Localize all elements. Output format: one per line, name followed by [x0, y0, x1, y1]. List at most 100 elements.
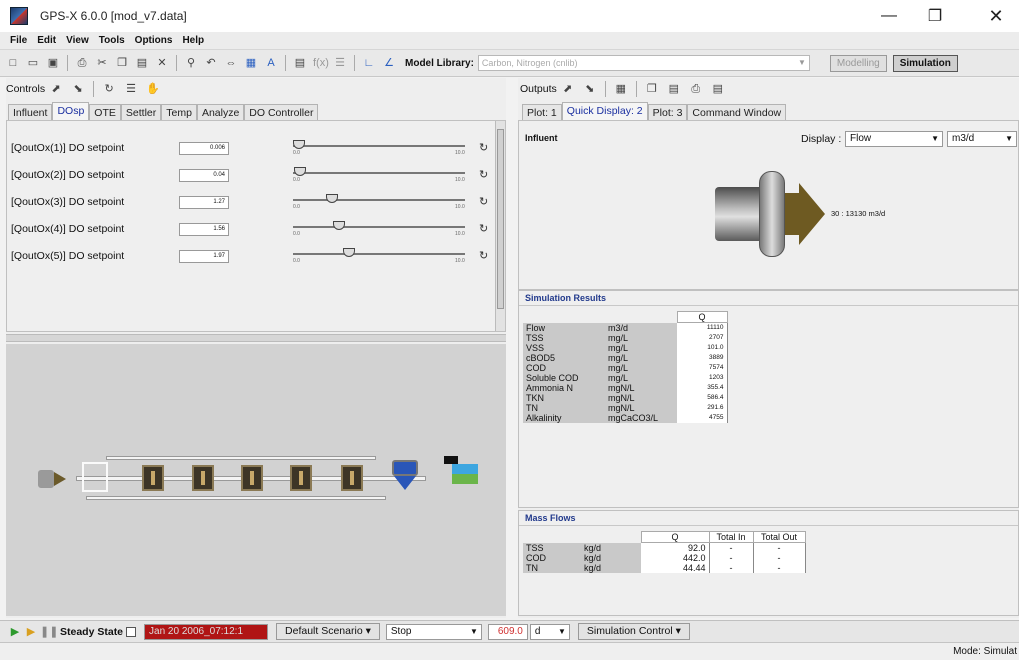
menu-help[interactable]: Help — [182, 35, 204, 46]
text-icon[interactable]: A — [264, 56, 278, 70]
reset-icon[interactable]: ↻ — [479, 249, 488, 262]
tab-quick-display-2[interactable]: Quick Display: 2 — [561, 102, 648, 122]
zoom-icon[interactable]: ⚲ — [184, 56, 198, 70]
scenario-button[interactable]: Default Scenario ▾ — [276, 623, 380, 640]
function-icon[interactable]: f(x) — [313, 56, 329, 70]
stop-time-input[interactable]: 609.0 — [487, 623, 528, 640]
bioreactor-4-icon[interactable] — [290, 465, 312, 491]
play-icon[interactable]: ▶ — [8, 625, 22, 638]
status-bar: Mode: Simulat — [0, 642, 1019, 660]
settings-list-icon[interactable]: ☰ — [123, 82, 139, 96]
reset-icon[interactable]: ↻ — [479, 141, 488, 154]
reset-icon[interactable]: ↻ — [479, 222, 488, 235]
reset-all-icon[interactable]: ↻ — [101, 82, 117, 96]
model-library-select[interactable]: Carbon, Nitrogen (cnlib) ▼ — [477, 55, 810, 71]
row-name: TSS — [523, 542, 581, 553]
add-control-icon[interactable]: ⬈ — [48, 82, 64, 96]
print-icon[interactable]: ⎙ — [75, 56, 89, 70]
table-row: Flow m3/d 11110 — [523, 322, 728, 333]
simulation-control-button[interactable]: Simulation Control ▾ — [577, 623, 690, 640]
time-unit-select[interactable]: d ▼ — [529, 623, 570, 640]
simulation-results-panel: Simulation Results Q Flow m3/d 11110 TSS mg… — [518, 290, 1019, 508]
slider-thumb[interactable] — [293, 140, 306, 149]
stop-select[interactable]: Stop ▼ — [385, 623, 482, 640]
close-icon[interactable]: ✕ — [973, 0, 1019, 32]
menu-edit[interactable]: Edit — [37, 35, 56, 46]
table-row: COD mg/L 7574 — [523, 363, 728, 373]
delete-icon[interactable]: ✕ — [155, 56, 169, 70]
table-icon[interactable]: ▦ — [613, 82, 629, 96]
format-icon[interactable]: ☰ — [333, 56, 347, 70]
control-value-input[interactable]: 0.04 — [179, 169, 229, 182]
outputs-title: Outputs — [520, 83, 557, 95]
reset-icon[interactable]: ↻ — [479, 168, 488, 181]
pause-icon[interactable]: ❚❚ — [40, 625, 58, 638]
modelling-button[interactable]: Modelling — [829, 54, 887, 72]
display-select[interactable]: Flow ▼ — [845, 131, 943, 147]
notes-icon[interactable]: ▤ — [666, 82, 682, 96]
slider-thumb[interactable] — [294, 167, 307, 176]
splitter-icon[interactable] — [82, 462, 108, 492]
table-row: cBOD5 mg/L 3889 — [523, 353, 728, 363]
controls-scrollbar[interactable] — [495, 121, 505, 331]
remove-output-icon[interactable]: ⬊ — [582, 82, 598, 96]
control-value-input[interactable]: 0.006 — [179, 142, 229, 155]
unit-select[interactable]: m3/d ▼ — [947, 131, 1017, 147]
menu-file[interactable]: File — [10, 35, 27, 46]
hand-icon[interactable]: ✋ — [145, 82, 161, 96]
undo-icon[interactable]: ↶ — [204, 56, 218, 70]
remove-control-icon[interactable]: ⬊ — [70, 82, 86, 96]
control-value-input[interactable]: 1.97 — [179, 250, 229, 263]
simulation-footer: ▶ ▶ ❚❚ Steady State Jan 20 2006_07:12:1 … — [0, 620, 1019, 642]
process-flow-canvas[interactable] — [6, 344, 506, 616]
menu-tools[interactable]: Tools — [99, 35, 125, 46]
toolbar-divider — [285, 55, 286, 71]
menu-view[interactable]: View — [66, 35, 89, 46]
slider-thumb[interactable] — [325, 194, 338, 203]
simulation-button[interactable]: Simulation — [892, 54, 958, 72]
layout-icon[interactable]: ▤ — [293, 56, 307, 70]
pane-splitter[interactable] — [6, 334, 506, 342]
link-icon[interactable]: ⇔ — [224, 56, 238, 70]
reset-icon[interactable]: ↻ — [479, 195, 488, 208]
step-icon[interactable]: ▶ — [24, 625, 38, 638]
paste-icon[interactable]: ▤ — [135, 56, 149, 70]
minimize-icon[interactable]: — — [866, 0, 912, 32]
effluent-icon[interactable] — [452, 464, 478, 484]
tune-icon[interactable]: ▤ — [710, 82, 726, 96]
slider-thumb[interactable] — [332, 221, 345, 230]
toolbar-divider — [604, 81, 606, 97]
restore-icon[interactable]: ❐ — [912, 0, 958, 32]
copy-icon[interactable]: ❐ — [115, 56, 129, 70]
bioreactor-2-icon[interactable] — [192, 465, 214, 491]
slider-thumb[interactable] — [343, 248, 356, 257]
chart-edit-icon[interactable]: ∠ — [382, 56, 396, 70]
bioreactor-3-icon[interactable] — [241, 465, 263, 491]
controls-title: Controls — [6, 83, 46, 95]
steady-state-checkbox[interactable] — [126, 626, 137, 637]
open-folder-icon[interactable]: ▭ — [26, 56, 40, 70]
copy-output-icon[interactable]: ❐ — [644, 82, 660, 96]
influent-pipe-icon[interactable] — [38, 470, 54, 488]
menu-options[interactable]: Options — [135, 35, 173, 46]
slider-track — [293, 226, 465, 228]
clarifier-icon[interactable] — [392, 460, 418, 476]
control-value-input[interactable]: 1.56 — [179, 223, 229, 236]
tab-dosp[interactable]: DOsp — [52, 102, 90, 122]
model-library-value: Carbon, Nitrogen (cnlib) — [481, 58, 578, 68]
control-label: [QoutOx(3)] DO setpoint — [11, 196, 125, 208]
bioreactor-5-icon[interactable] — [341, 465, 363, 491]
print-output-icon[interactable]: ⎙ — [688, 82, 704, 96]
save-icon[interactable]: ▣ — [46, 56, 60, 70]
scrollbar-thumb[interactable] — [497, 129, 504, 309]
table-row: Alkalinity mgCaCO3/L 4755 — [523, 413, 728, 423]
row-unit: mgCaCO3/L — [605, 413, 677, 423]
add-output-icon[interactable]: ⬈ — [560, 82, 576, 96]
grid-icon[interactable]: ▦ — [244, 56, 258, 70]
chart-icon[interactable]: ∟ — [362, 56, 376, 70]
cut-icon[interactable]: ✂ — [95, 56, 109, 70]
new-file-icon[interactable]: □ — [6, 56, 20, 70]
control-value-input[interactable]: 1.27 — [179, 196, 229, 209]
bioreactor-1-icon[interactable] — [142, 465, 164, 491]
row-name: TN — [523, 403, 605, 413]
